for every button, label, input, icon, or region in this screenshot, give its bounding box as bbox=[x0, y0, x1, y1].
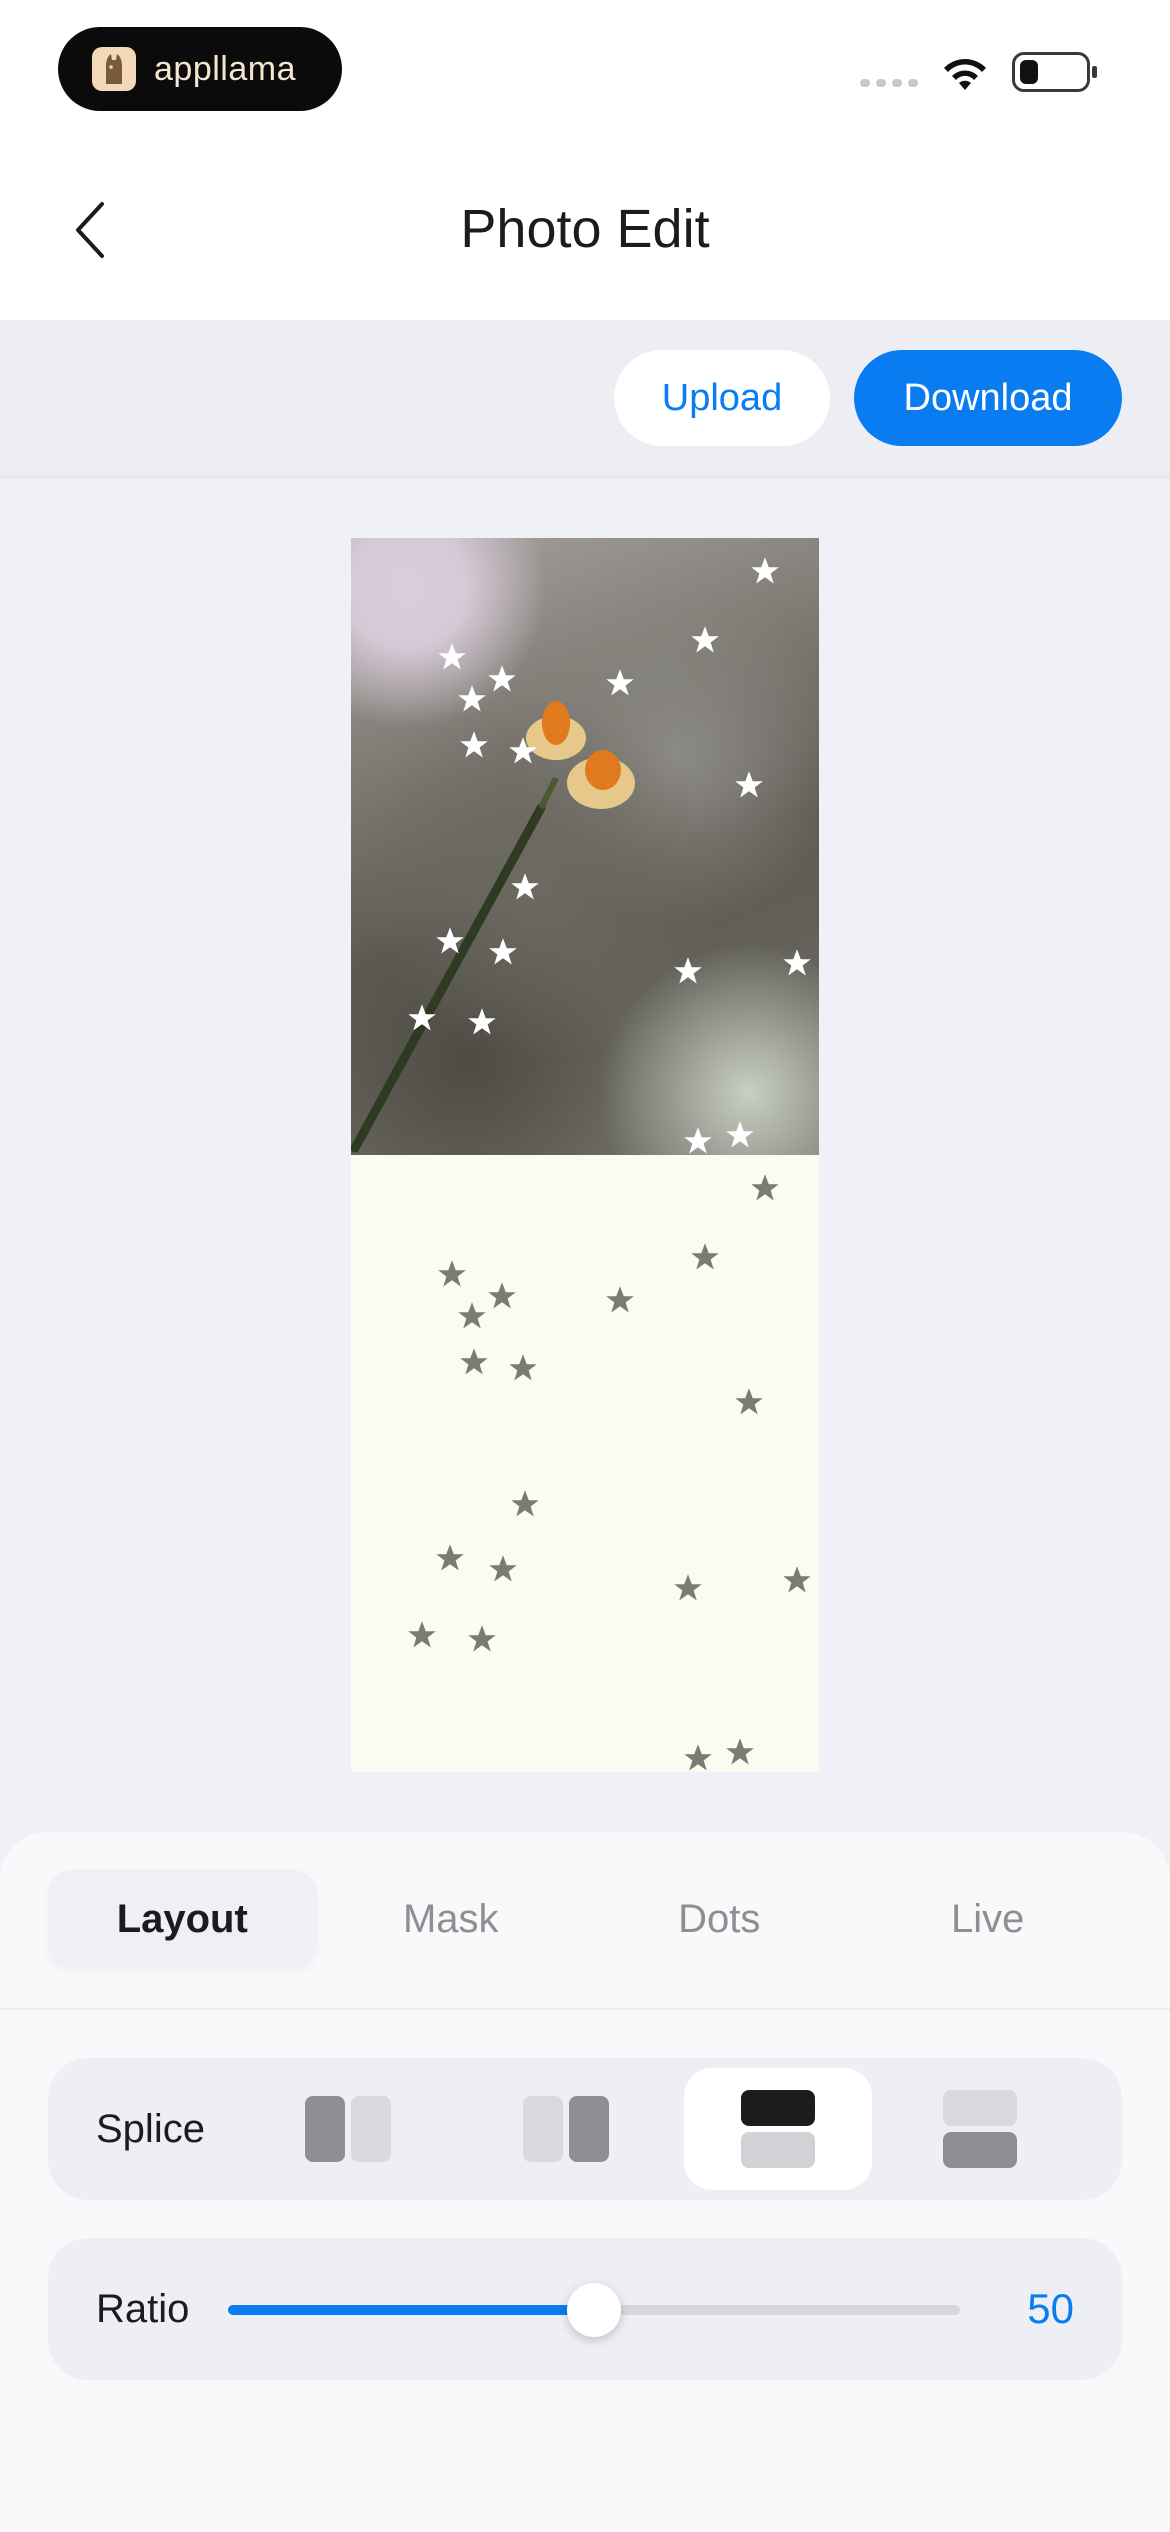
star-icon bbox=[460, 731, 488, 758]
ratio-label: Ratio bbox=[96, 2286, 190, 2331]
ratio-slider-thumb[interactable] bbox=[567, 2283, 621, 2337]
star-cutout-icon bbox=[674, 1574, 702, 1601]
star-cutout-icon bbox=[468, 1625, 496, 1652]
star-cutout-icon bbox=[489, 1555, 517, 1582]
star-cutout-icon bbox=[606, 1286, 634, 1313]
download-button[interactable]: Download bbox=[854, 350, 1122, 446]
star-icon bbox=[751, 557, 779, 584]
star-icon bbox=[684, 1127, 712, 1154]
star-cutout-icon bbox=[509, 1354, 537, 1381]
cellular-signal-icon bbox=[860, 79, 918, 87]
tab-live[interactable]: Live bbox=[854, 1870, 1123, 1968]
ratio-slider-fill bbox=[228, 2305, 594, 2315]
splice-option-bottom[interactable] bbox=[886, 2068, 1074, 2190]
star-icon bbox=[674, 957, 702, 984]
star-cutout-icon bbox=[511, 1490, 539, 1517]
edit-panel: Layout Mask Dots Live Splice Ratio 50 bbox=[0, 1832, 1170, 2532]
star-icon bbox=[458, 685, 486, 712]
tab-dots[interactable]: Dots bbox=[585, 1870, 854, 1968]
photo-preview[interactable] bbox=[351, 538, 819, 1772]
star-cutout-icon bbox=[460, 1348, 488, 1375]
daffodil-image bbox=[351, 701, 635, 1153]
star-icon bbox=[468, 1008, 496, 1035]
star-cutout-icon bbox=[458, 1302, 486, 1329]
page-title: Photo Edit bbox=[460, 199, 710, 259]
photo-top-image bbox=[351, 538, 819, 1155]
star-cutout-icon bbox=[726, 1738, 754, 1765]
splice-option-left[interactable] bbox=[254, 2068, 442, 2190]
star-cutout-icon bbox=[751, 1174, 779, 1201]
ratio-value: 50 bbox=[1027, 2285, 1074, 2332]
battery-icon bbox=[1012, 52, 1097, 92]
divider bbox=[0, 2008, 1170, 2010]
brand-badge: appllama bbox=[58, 27, 342, 111]
star-icon bbox=[511, 873, 539, 900]
star-icon bbox=[509, 737, 537, 764]
photo-bottom-image bbox=[351, 1155, 819, 1772]
brand-name: appllama bbox=[154, 49, 296, 88]
edit-tabs: Layout Mask Dots Live bbox=[48, 1870, 1122, 1968]
upload-button[interactable]: Upload bbox=[614, 350, 830, 446]
tab-layout[interactable]: Layout bbox=[48, 1870, 317, 1968]
star-icon bbox=[783, 949, 811, 976]
star-cutout-icon bbox=[735, 1388, 763, 1415]
star-icon bbox=[489, 938, 517, 965]
star-icon bbox=[408, 1004, 436, 1031]
action-bar: Upload Download bbox=[0, 320, 1170, 478]
star-cutout-icon bbox=[684, 1744, 712, 1771]
wifi-icon bbox=[944, 59, 986, 90]
star-icon bbox=[438, 643, 466, 670]
star-icon bbox=[726, 1121, 754, 1148]
star-icon bbox=[436, 927, 464, 954]
header: appllama Photo Edit bbox=[0, 0, 1170, 320]
llama-icon bbox=[92, 47, 136, 91]
star-cutout-icon bbox=[691, 1243, 719, 1270]
status-icons bbox=[860, 52, 1097, 92]
star-icon bbox=[735, 771, 763, 798]
star-icon bbox=[691, 626, 719, 653]
star-cutout-icon bbox=[488, 1282, 516, 1309]
splice-option-top[interactable] bbox=[684, 2068, 872, 2190]
splice-row: Splice bbox=[48, 2058, 1122, 2200]
tab-mask[interactable]: Mask bbox=[317, 1870, 586, 1968]
star-icon bbox=[606, 669, 634, 696]
splice-label: Splice bbox=[96, 2106, 205, 2151]
ratio-slider[interactable] bbox=[228, 2283, 960, 2337]
splice-option-right[interactable] bbox=[472, 2068, 660, 2190]
star-cutout-icon bbox=[436, 1544, 464, 1571]
star-cutout-icon bbox=[438, 1260, 466, 1287]
ratio-row: Ratio 50 bbox=[48, 2238, 1122, 2380]
star-cutout-icon bbox=[783, 1566, 811, 1593]
star-cutout-icon bbox=[408, 1621, 436, 1648]
star-icon bbox=[488, 665, 516, 692]
